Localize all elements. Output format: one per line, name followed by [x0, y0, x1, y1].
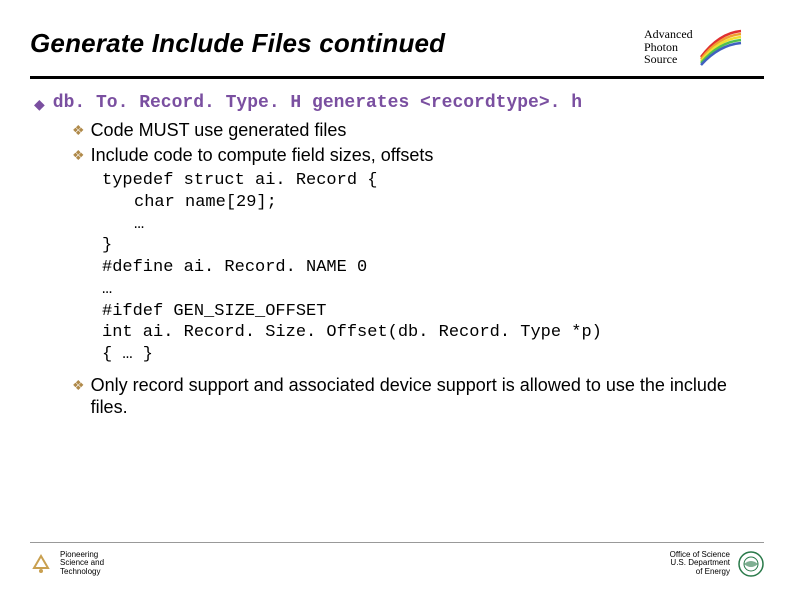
code-line: { … }	[102, 344, 764, 366]
aps-swoosh-icon	[699, 27, 743, 67]
footer-right-text: Office of Science U.S. Department of Ene…	[670, 551, 730, 577]
aps-line: Source	[644, 53, 693, 66]
argonne-logo-icon	[30, 553, 52, 575]
code-line: …	[102, 214, 764, 236]
diamond-subbullet-icon: ❖	[72, 377, 85, 394]
code-line: #define ai. Record. NAME 0	[102, 257, 764, 279]
footer-right: Office of Science U.S. Department of Ene…	[670, 551, 764, 577]
slide-title: Generate Include Files continued	[30, 28, 445, 59]
footer-line: of Energy	[670, 568, 730, 577]
footer-left-text: Pioneering Science and Technology	[60, 551, 104, 577]
code-line: }	[102, 235, 764, 257]
doe-logo-icon	[738, 551, 764, 577]
header: Generate Include Files continued Advance…	[30, 28, 764, 79]
bullet-level2: ❖ Code MUST use generated files	[72, 119, 764, 142]
footer-left: Pioneering Science and Technology	[30, 551, 104, 577]
aps-logo: Advanced Photon Source	[644, 24, 764, 70]
code-line: int ai. Record. Size. Offset(db. Record.…	[102, 322, 764, 344]
code-block: typedef struct ai. Record { char name[29…	[102, 170, 764, 366]
footer-line: Technology	[60, 568, 104, 577]
footer: Pioneering Science and Technology Office…	[30, 542, 764, 577]
code-line: …	[102, 279, 764, 301]
aps-line: Advanced	[644, 28, 693, 41]
sub1-text: Code MUST use generated files	[91, 119, 347, 142]
content: ◆ db. To. Record. Type. H generates <rec…	[30, 93, 764, 419]
diamond-subbullet-icon: ❖	[72, 122, 85, 139]
bullet1-text: db. To. Record. Type. H generates <recor…	[53, 93, 582, 113]
diamond-subbullet-icon: ❖	[72, 147, 85, 164]
bullet-level2: ❖ Only record support and associated dev…	[72, 374, 764, 419]
diamond-bullet-icon: ◆	[34, 96, 45, 113]
code-line: typedef struct ai. Record {	[102, 170, 764, 192]
slide: Generate Include Files continued Advance…	[0, 0, 794, 595]
sub2-text: Include code to compute field sizes, off…	[91, 144, 434, 167]
sub3-text: Only record support and associated devic…	[91, 374, 764, 419]
bullet-level2: ❖ Include code to compute field sizes, o…	[72, 144, 764, 167]
code-line: char name[29];	[102, 192, 764, 214]
bullet-level1: ◆ db. To. Record. Type. H generates <rec…	[34, 93, 764, 113]
aps-logo-text: Advanced Photon Source	[644, 28, 693, 66]
code-line: #ifdef GEN_SIZE_OFFSET	[102, 301, 764, 323]
